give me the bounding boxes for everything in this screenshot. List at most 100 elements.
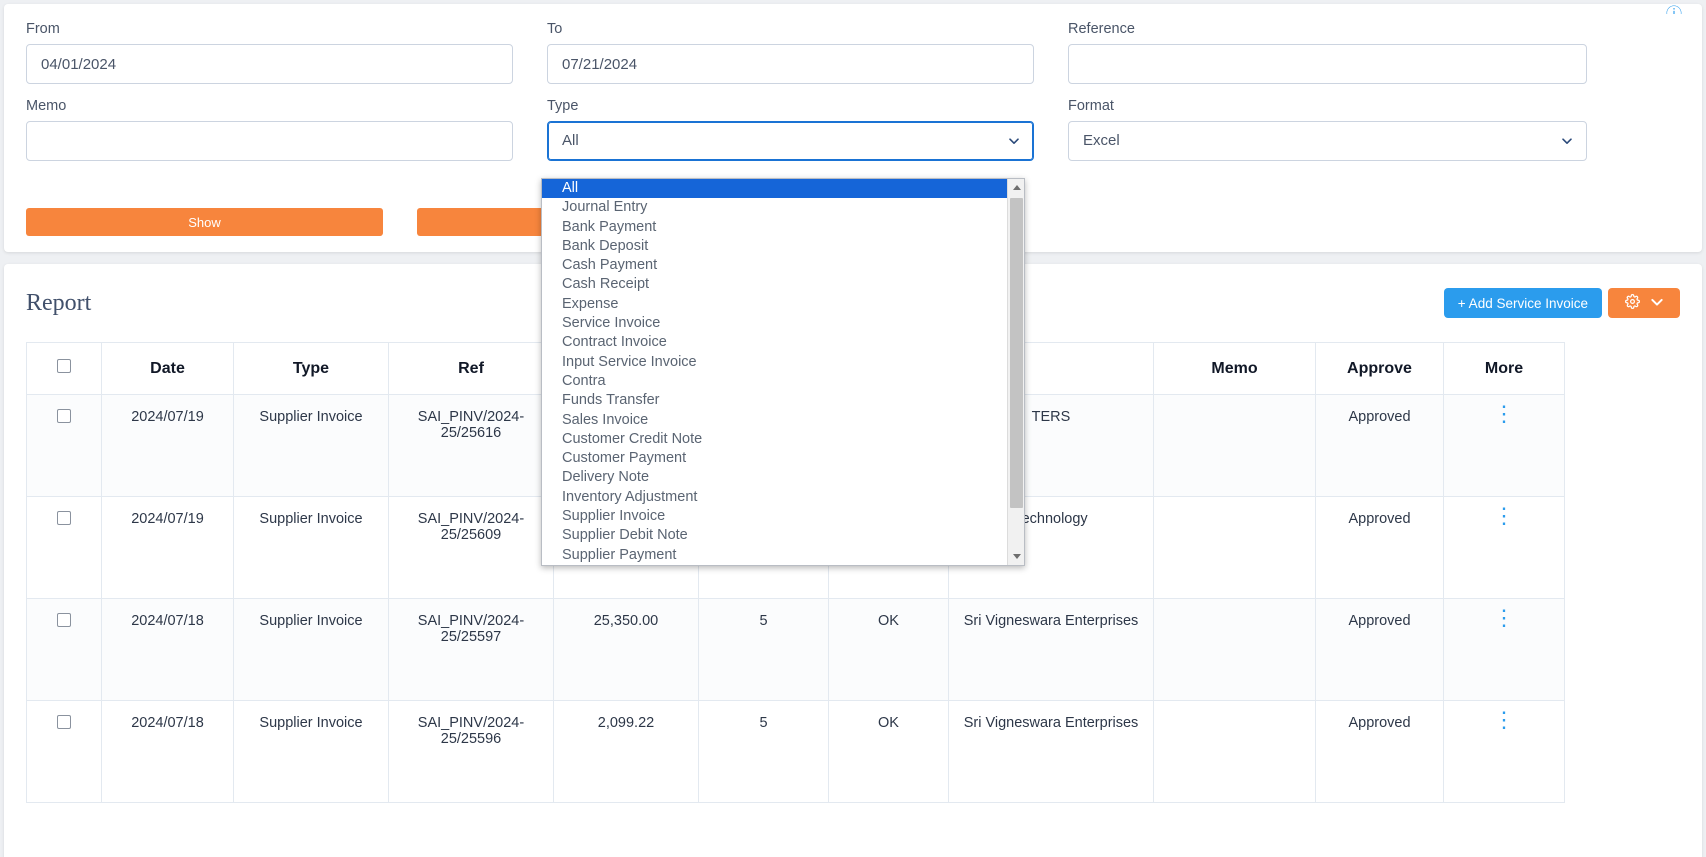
row-select-cell <box>26 496 102 599</box>
dropdown-option-sales-invoice[interactable]: Sales Invoice <box>542 411 1024 430</box>
row-select-cell <box>26 394 102 497</box>
col-header-date[interactable]: Date <box>101 342 234 395</box>
page-title: Report <box>26 289 92 316</box>
cell-ref: SAI_PINV/2024-25/25596 <box>388 700 554 803</box>
more-options-icon[interactable]: ⋮ <box>1454 403 1554 425</box>
dropdown-option-funds-transfer[interactable]: Funds Transfer <box>542 391 1024 410</box>
type-select-value: All <box>562 132 579 149</box>
chevron-down-icon <box>1008 135 1020 147</box>
reference-label: Reference <box>1068 21 1135 37</box>
reference-input[interactable] <box>1068 44 1587 84</box>
more-options-icon[interactable]: ⋮ <box>1454 505 1554 527</box>
cell-count: 5 <box>698 700 829 803</box>
col-header-approve[interactable]: Approve <box>1315 342 1444 395</box>
format-field-group: Format Excel <box>1068 97 1587 161</box>
cell-status: OK <box>828 598 949 701</box>
scroll-down-arrow-icon[interactable] <box>1008 548 1024 565</box>
dropdown-option-contract-invoice[interactable]: Contract Invoice <box>542 333 1024 352</box>
cell-date: 2024/07/19 <box>101 394 234 497</box>
scroll-up-arrow-icon[interactable] <box>1008 179 1024 196</box>
table-row[interactable]: 2024/07/18 Supplier Invoice SAI_PINV/202… <box>26 700 1565 803</box>
dropdown-option-bank-deposit[interactable]: Bank Deposit <box>542 237 1024 256</box>
dropdown-option-customer-credit-note[interactable]: Customer Credit Note <box>542 430 1024 449</box>
select-all-checkbox[interactable] <box>57 359 71 373</box>
cell-approve: Approved <box>1315 394 1444 497</box>
cell-type: Supplier Invoice <box>233 700 389 803</box>
dropdown-option-all[interactable]: All <box>542 179 1024 199</box>
dropdown-option-cash-receipt[interactable]: Cash Receipt <box>542 275 1024 294</box>
memo-input[interactable] <box>26 121 513 161</box>
row-select-cell <box>26 700 102 803</box>
dropdown-option-bank-payment[interactable]: Bank Payment <box>542 218 1024 237</box>
dropdown-option-customer-payment[interactable]: Customer Payment <box>542 449 1024 468</box>
row-checkbox[interactable] <box>57 409 71 423</box>
from-label: From <box>26 21 60 37</box>
dropdown-option-delivery-note[interactable]: Delivery Note <box>542 468 1024 487</box>
settings-dropdown-button[interactable] <box>1608 288 1680 318</box>
dropdown-option-service-invoice[interactable]: Service Invoice <box>542 314 1024 333</box>
cell-amount[interactable]: 2,099.22 <box>553 700 699 803</box>
dropdown-option-contra[interactable]: Contra <box>542 372 1024 391</box>
cell-ref: SAI_PINV/2024-25/25597 <box>388 598 554 701</box>
chevron-down-icon <box>1650 295 1664 312</box>
dropdown-option-journal-entry[interactable]: Journal Entry <box>542 198 1024 217</box>
dropdown-option-cash-payment[interactable]: Cash Payment <box>542 256 1024 275</box>
format-select-value: Excel <box>1083 132 1120 149</box>
cell-date: 2024/07/19 <box>101 496 234 599</box>
to-label: To <box>547 21 563 37</box>
cell-more: ⋮ <box>1443 598 1565 701</box>
filter-row-2: Memo Type All Format Excel <box>26 97 1680 161</box>
dropdown-option-supplier-payment[interactable]: Supplier Payment <box>542 546 1024 565</box>
to-field-group: To <box>547 20 1034 84</box>
filter-row-1: From To Reference <box>26 20 1680 84</box>
row-checkbox[interactable] <box>57 511 71 525</box>
format-select[interactable]: Excel <box>1068 121 1587 161</box>
dropdown-option-supplier-debit-note[interactable]: Supplier Debit Note <box>542 526 1024 545</box>
type-dropdown-list[interactable]: All Journal Entry Bank Payment Bank Deposit… <box>541 178 1025 566</box>
more-options-icon[interactable]: ⋮ <box>1454 607 1554 629</box>
type-dropdown-options[interactable]: All Journal Entry Bank Payment Bank Deposit… <box>542 179 1024 565</box>
dropdown-option-input-service-invoice[interactable]: Input Service Invoice <box>542 353 1024 372</box>
col-header-memo[interactable]: Memo <box>1153 342 1316 395</box>
row-checkbox[interactable] <box>57 715 71 729</box>
row-select-cell <box>26 598 102 701</box>
scrollbar-thumb[interactable] <box>1010 198 1023 508</box>
cell-count: 5 <box>698 598 829 701</box>
format-label: Format <box>1068 98 1114 114</box>
dropdown-option-supplier-invoice[interactable]: Supplier Invoice <box>542 507 1024 526</box>
type-label: Type <box>547 98 579 114</box>
col-header-ref[interactable]: Ref <box>388 342 554 395</box>
cell-memo <box>1153 700 1316 803</box>
app-root: ⓘ From To Reference Memo <box>0 0 1706 857</box>
row-checkbox[interactable] <box>57 613 71 627</box>
cell-approve: Approved <box>1315 700 1444 803</box>
dropdown-option-expense[interactable]: Expense <box>542 295 1024 314</box>
table-row[interactable]: 2024/07/18 Supplier Invoice SAI_PINV/202… <box>26 598 1565 701</box>
cell-approve: Approved <box>1315 496 1444 599</box>
col-header-more[interactable]: More <box>1443 342 1565 395</box>
add-service-invoice-button[interactable]: + Add Service Invoice <box>1443 288 1602 318</box>
to-input[interactable] <box>547 44 1034 84</box>
cell-more: ⋮ <box>1443 700 1565 803</box>
cell-memo <box>1153 496 1316 599</box>
report-header-actions: + Add Service Invoice <box>1443 288 1680 318</box>
cell-status: OK <box>828 700 949 803</box>
show-button[interactable]: Show <box>26 208 383 236</box>
reference-field-group: Reference <box>1068 20 1587 84</box>
cell-description: Sri Vigneswara Enterprises <box>948 700 1154 803</box>
dropdown-option-inventory-adjustment[interactable]: Inventory Adjustment <box>542 488 1024 507</box>
cell-date: 2024/07/18 <box>101 598 234 701</box>
cell-memo <box>1153 598 1316 701</box>
cell-amount[interactable]: 25,350.00 <box>553 598 699 701</box>
type-field-group: Type All <box>547 97 1034 161</box>
from-input[interactable] <box>26 44 513 84</box>
dropdown-scrollbar[interactable] <box>1007 179 1024 565</box>
more-options-icon[interactable]: ⋮ <box>1454 709 1554 731</box>
from-field-group: From <box>26 20 513 84</box>
type-select[interactable]: All <box>547 121 1034 161</box>
cell-date: 2024/07/18 <box>101 700 234 803</box>
select-all-header <box>26 342 102 395</box>
cell-more: ⋮ <box>1443 496 1565 599</box>
col-header-type[interactable]: Type <box>233 342 389 395</box>
cell-memo <box>1153 394 1316 497</box>
